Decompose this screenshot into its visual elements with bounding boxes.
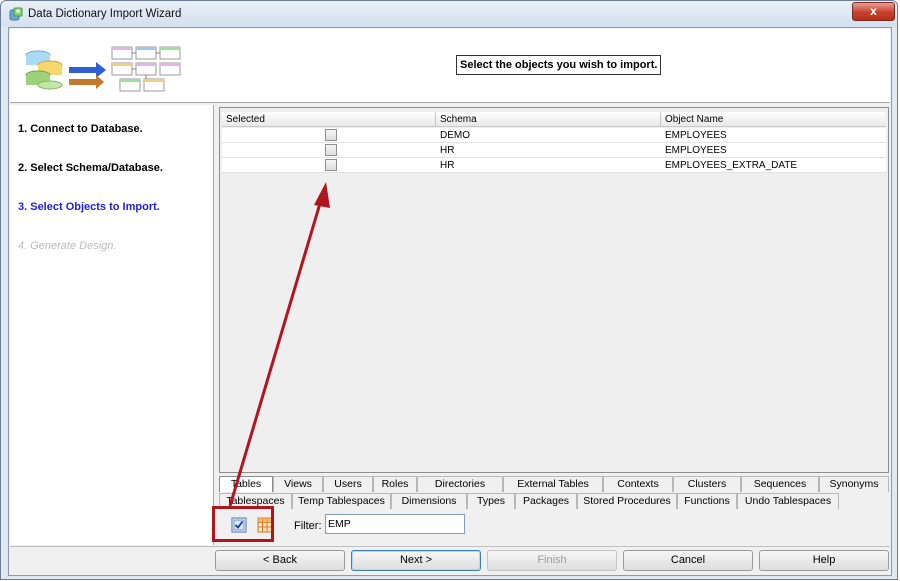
row-select-checkbox[interactable] — [325, 129, 337, 141]
tab-dimensions[interactable]: Dimensions — [391, 493, 467, 509]
cancel-button[interactable]: Cancel — [623, 550, 753, 571]
tab-packages[interactable]: Packages — [515, 493, 577, 509]
window-title: Data Dictionary Import Wizard — [28, 8, 182, 20]
database-to-model-icon — [25, 46, 181, 92]
table-row[interactable]: DEMO EMPLOYEES — [222, 128, 886, 143]
tab-external-tables[interactable]: External Tables — [503, 476, 603, 492]
back-button[interactable]: < Back — [215, 550, 345, 571]
step-select-objects: 3. Select Objects to Import. — [18, 201, 160, 213]
object-type-tabs-row-2: Tablespaces Temp Tablespaces Dimensions … — [219, 493, 889, 509]
table-row[interactable]: HR EMPLOYEES — [222, 143, 886, 158]
tab-views[interactable]: Views — [273, 476, 323, 492]
tab-contexts[interactable]: Contexts — [603, 476, 673, 492]
row-select-checkbox[interactable] — [325, 144, 337, 156]
tab-directories[interactable]: Directories — [417, 476, 503, 492]
column-header-selected[interactable]: Selected — [222, 112, 436, 127]
tab-sequences[interactable]: Sequences — [741, 476, 819, 492]
tab-roles[interactable]: Roles — [373, 476, 417, 492]
column-header-schema[interactable]: Schema — [436, 112, 661, 127]
object-type-tabs-row-1: Tables Views Users Roles Directories Ext… — [219, 476, 889, 492]
wizard-client-area: Select the objects you wish to import. 1… — [8, 27, 892, 576]
step-generate-design: 4. Generate Design. — [18, 240, 117, 252]
close-button[interactable]: x — [852, 2, 895, 21]
cell-object-name: EMPLOYEES — [665, 130, 727, 141]
tab-types[interactable]: Types — [467, 493, 515, 509]
tab-stored-procedures[interactable]: Stored Procedures — [577, 493, 677, 509]
row-select-checkbox[interactable] — [325, 159, 337, 171]
step-connect-database: 1. Connect to Database. — [18, 123, 143, 135]
tab-users[interactable]: Users — [323, 476, 373, 492]
tab-synonyms[interactable]: Synonyms — [819, 476, 889, 492]
data-import-icon — [9, 7, 23, 21]
filter-input[interactable] — [325, 514, 465, 534]
step-select-schema: 2. Select Schema/Database. — [18, 162, 163, 174]
cell-schema: HR — [440, 145, 455, 156]
title-bar: Data Dictionary Import Wizard x — [1, 1, 897, 27]
instruction-text: Select the objects you wish to import. — [456, 55, 662, 75]
cell-object-name: EMPLOYEES — [665, 145, 727, 156]
tab-undo-tablespaces[interactable]: Undo Tablespaces — [737, 493, 839, 509]
tab-temp-tablespaces[interactable]: Temp Tablespaces — [292, 493, 391, 509]
objects-table: Selected Schema Object Name DEMO EMPLOYE… — [219, 107, 889, 473]
column-header-object-name[interactable]: Object Name — [661, 112, 886, 127]
cell-object-name: EMPLOYEES_EXTRA_DATE — [665, 160, 798, 171]
table-row[interactable]: HR EMPLOYEES_EXTRA_DATE — [222, 158, 886, 173]
wizard-header: Select the objects you wish to import. — [10, 29, 890, 103]
table-header: Selected Schema Object Name — [222, 112, 886, 127]
help-button[interactable]: Help — [759, 550, 889, 571]
cell-schema: DEMO — [440, 130, 470, 141]
wizard-window: Data Dictionary Import Wizard x Select t… — [0, 0, 898, 580]
finish-button[interactable]: Finish — [487, 550, 617, 571]
tab-functions[interactable]: Functions — [677, 493, 737, 509]
tab-clusters[interactable]: Clusters — [673, 476, 741, 492]
wizard-steps-panel: 1. Connect to Database. 2. Select Schema… — [10, 105, 214, 545]
cell-schema: HR — [440, 160, 455, 171]
filter-toolbar: Filter: — [217, 509, 891, 541]
objects-panel: Selected Schema Object Name DEMO EMPLOYE… — [217, 105, 891, 545]
annotation-highlight-box — [212, 506, 274, 542]
next-button[interactable]: Next > — [351, 550, 481, 571]
tab-tables[interactable]: Tables — [219, 476, 273, 492]
wizard-button-bar: < Back Next > Finish Cancel Help — [10, 546, 890, 575]
filter-label: Filter: — [294, 520, 322, 532]
